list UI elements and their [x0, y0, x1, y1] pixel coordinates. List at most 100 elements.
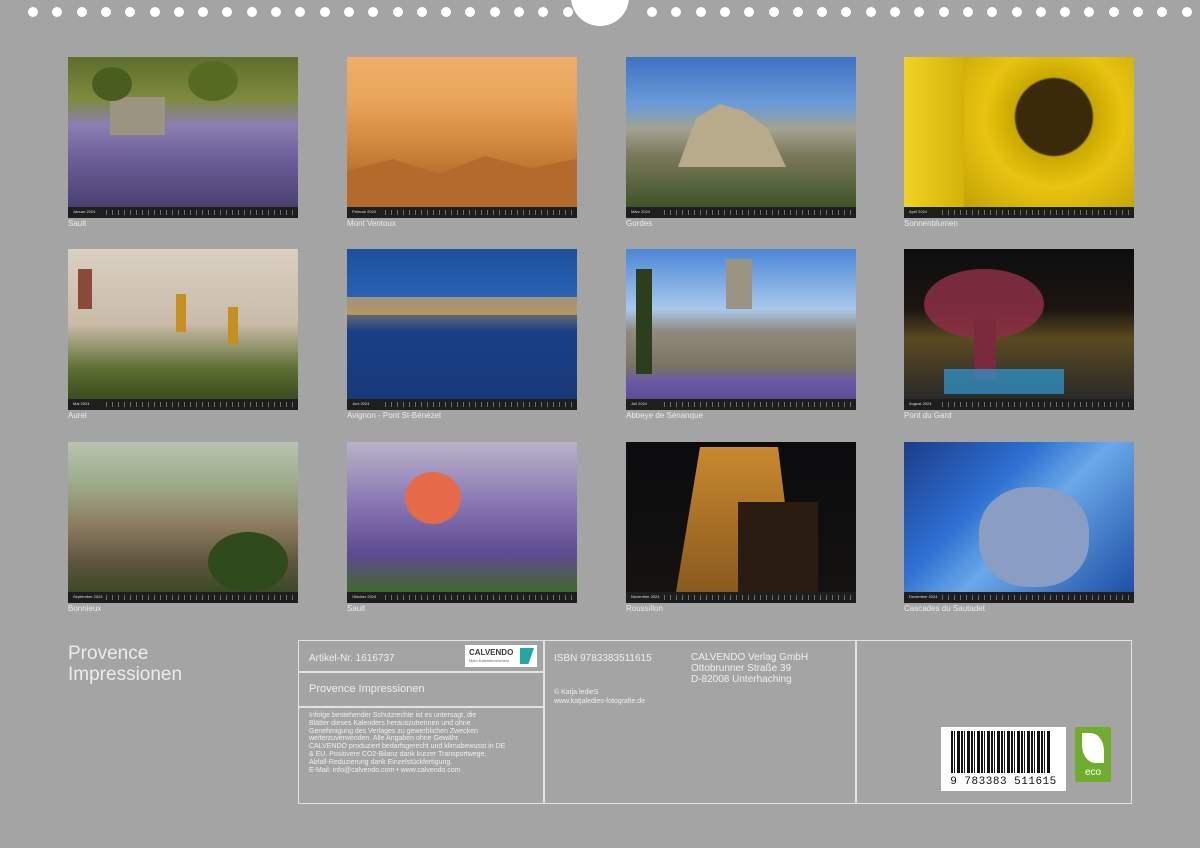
month-name: Januar 2024	[73, 209, 96, 214]
month-name: März 2024	[631, 209, 650, 214]
photo-caption: Pont du Gard	[904, 411, 952, 420]
publisher-address: CALVENDO Verlag GmbH Ottobrunner Straße …	[691, 652, 809, 685]
binding-hole	[343, 7, 354, 17]
calendar-strip: Januar 2024	[68, 207, 298, 218]
calendar-strip: Februar 2024	[347, 207, 577, 218]
logo-name: CALVENDO	[469, 648, 514, 657]
photo-cascades-sautadet	[904, 442, 1134, 592]
month-name: August 2024	[909, 401, 932, 406]
photo-roussillon-night	[626, 442, 856, 592]
logo-mark-icon	[520, 648, 534, 664]
photo-caption: Abbeye de Sénanque	[626, 411, 703, 420]
photo-caption: Mont Ventoux	[347, 219, 396, 228]
binding-hole	[392, 7, 403, 17]
binding-hole	[319, 7, 330, 17]
calendar-title: Provence Impressionen	[68, 643, 182, 685]
photo-caption: Sonnenblumen	[904, 219, 958, 228]
month-tile-june: Juni 2024 Avignon - Pont St-Bénézet	[347, 249, 577, 420]
binding-hole	[222, 7, 233, 17]
month-tile-february: Februar 2024 Mont Ventoux	[347, 57, 577, 228]
binding-hole	[1060, 7, 1071, 17]
month-name: Oktober 2024	[352, 594, 377, 599]
binding-hole	[52, 7, 63, 17]
article-number: Artikel-Nr. 1616737	[309, 653, 395, 664]
calendar-strip: September 2024	[68, 592, 298, 603]
binding-hole	[416, 7, 427, 17]
photo-caption: Sault	[68, 219, 87, 228]
barcode-bars	[951, 731, 1051, 773]
calendar-strip: April 2024	[904, 207, 1134, 218]
binding-hole	[198, 7, 209, 17]
binding-hole	[441, 7, 452, 17]
calendar-strip: Juli 2024	[626, 399, 856, 410]
month-tile-july: Juli 2024 Abbeye de Sénanque	[626, 249, 856, 420]
month-tile-october: Oktober 2024 Sault	[347, 442, 577, 613]
divider	[299, 706, 544, 708]
month-name: Juli 2024	[631, 401, 648, 406]
isbn: ISBN 9783383511615	[554, 653, 652, 664]
photo-mont-ventoux-haze	[347, 57, 577, 207]
photo-caption: Roussillon	[626, 604, 663, 613]
eco-label: eco	[1084, 767, 1102, 778]
binding-hole	[1157, 7, 1168, 17]
title-line-2: Impressionen	[68, 664, 183, 685]
month-tile-november: November 2024 Roussillon	[626, 442, 856, 613]
binding-hole	[1084, 7, 1095, 17]
photo-caption: Cascades du Sautadet	[904, 604, 985, 613]
binding-hole	[719, 7, 730, 17]
binding-hole	[125, 7, 136, 17]
binding-hole	[792, 7, 803, 17]
binding-hole	[173, 7, 184, 17]
binding-hole	[890, 7, 900, 17]
binding-hole	[562, 7, 573, 17]
month-name: Juni 2024	[352, 401, 370, 406]
calendar-strip: Juni 2024	[347, 399, 577, 410]
binding-hole	[538, 7, 549, 17]
binding-hole	[514, 7, 524, 17]
logo-tagline: Mein Kalendermoment	[469, 658, 510, 663]
binding-hole	[28, 7, 38, 17]
month-name: Mai 2024	[73, 401, 90, 406]
binding-hole	[246, 7, 257, 17]
binding-hole	[1181, 7, 1192, 17]
month-tile-august: August 2024 Pont du Gard	[904, 249, 1134, 420]
calvendo-logo: CALVENDO Mein Kalendermoment	[465, 645, 537, 667]
binding-hole	[1108, 7, 1119, 17]
binding-hole	[149, 7, 160, 17]
info-box: Artikel-Nr. 1616737 CALVENDO Mein Kalend…	[298, 640, 1132, 804]
month-tile-march: März 2024 Gordes	[626, 57, 856, 228]
binding-hole	[841, 7, 852, 17]
binding-hole	[938, 7, 949, 17]
photo-avignon-bridge	[347, 249, 577, 399]
binding-hole	[1035, 7, 1046, 17]
binding-hole	[695, 7, 706, 17]
title-line-1: Provence	[68, 643, 149, 664]
month-tile-september: September 2024 Bonnieux	[68, 442, 298, 613]
photo-caption: Bonnieux	[68, 604, 102, 613]
calendar-strip: Mai 2024	[68, 399, 298, 410]
divider	[543, 641, 545, 803]
month-name: April 2024	[909, 209, 928, 214]
binding-hole	[987, 7, 998, 17]
binding-hole	[368, 7, 379, 17]
photo-caption: Avignon - Pont St-Bénézet	[347, 411, 442, 420]
binding-hole	[647, 7, 657, 17]
month-name: September 2024	[73, 594, 103, 599]
binding-hole	[271, 7, 281, 17]
calendar-strip: Dezember 2024	[904, 592, 1134, 603]
calendar-strip: November 2024	[626, 592, 856, 603]
photo-aurel-houses	[68, 249, 298, 399]
month-name: Februar 2024	[352, 209, 377, 214]
leaf-icon	[1082, 733, 1104, 763]
photo-poppy-lavender	[347, 442, 577, 592]
photo-pont-du-gard-olive	[904, 249, 1134, 399]
photo-gordes-village	[626, 57, 856, 207]
month-tile-december: Dezember 2024 Cascades du Sautadet	[904, 442, 1134, 613]
eco-badge: eco	[1075, 727, 1111, 782]
photo-caption: Sault	[347, 604, 366, 613]
binding-hole	[100, 7, 111, 17]
photo-caption: Aurel	[68, 411, 87, 420]
binding-hole	[295, 7, 306, 17]
photo-bonnieux-village	[68, 442, 298, 592]
calendar-strip: August 2024	[904, 399, 1134, 410]
